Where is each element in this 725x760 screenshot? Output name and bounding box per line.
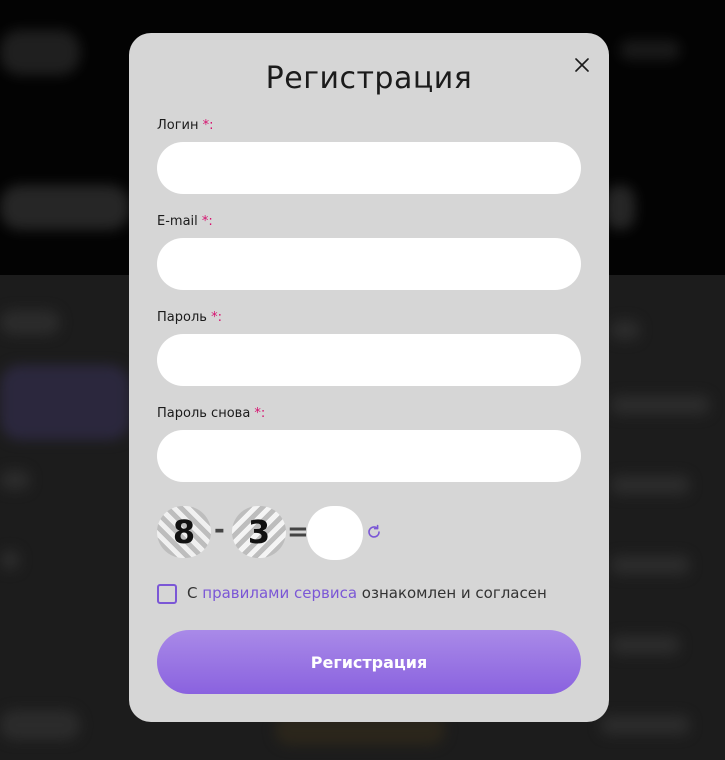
- password-repeat-input[interactable]: [157, 430, 581, 482]
- password-label: Пароль *:: [157, 310, 222, 325]
- login-input[interactable]: [157, 142, 581, 194]
- password-repeat-label-text: Пароль снова: [157, 406, 251, 421]
- password-label-text: Пароль: [157, 310, 207, 325]
- captcha-operator: -: [214, 515, 225, 545]
- login-label: Логин *:: [157, 118, 214, 133]
- agreement-prefix: С: [187, 584, 198, 602]
- captcha-second-image: 3: [232, 506, 286, 558]
- required-mark: *:: [201, 214, 213, 229]
- agreement-checkbox[interactable]: [157, 584, 177, 604]
- email-input[interactable]: [157, 238, 581, 290]
- register-button[interactable]: Регистрация: [157, 630, 581, 694]
- registration-modal: Регистрация Логин *: E-mail *: Пароль *:…: [129, 33, 609, 722]
- captcha-first-image: 8: [157, 506, 211, 558]
- required-mark: *:: [202, 118, 214, 133]
- required-mark: *:: [254, 406, 266, 421]
- agreement-suffix: ознакомлен и согласен: [361, 584, 547, 602]
- email-label: E-mail *:: [157, 214, 213, 229]
- captcha-first-digit: 8: [172, 513, 196, 551]
- captcha-second-digit: 3: [247, 513, 271, 551]
- password-input[interactable]: [157, 334, 581, 386]
- password-repeat-label: Пароль снова *:: [157, 406, 265, 421]
- modal-title: Регистрация: [265, 61, 473, 96]
- captcha-answer-input[interactable]: [307, 506, 363, 560]
- email-label-text: E-mail: [157, 214, 198, 229]
- refresh-icon[interactable]: [365, 523, 383, 541]
- service-rules-link[interactable]: правилами сервиса: [202, 584, 357, 602]
- agreement-text: С правилами сервиса ознакомлен и согласе…: [187, 584, 547, 602]
- login-label-text: Логин: [157, 118, 199, 133]
- captcha-equals: =: [287, 517, 309, 547]
- required-mark: *:: [211, 310, 222, 325]
